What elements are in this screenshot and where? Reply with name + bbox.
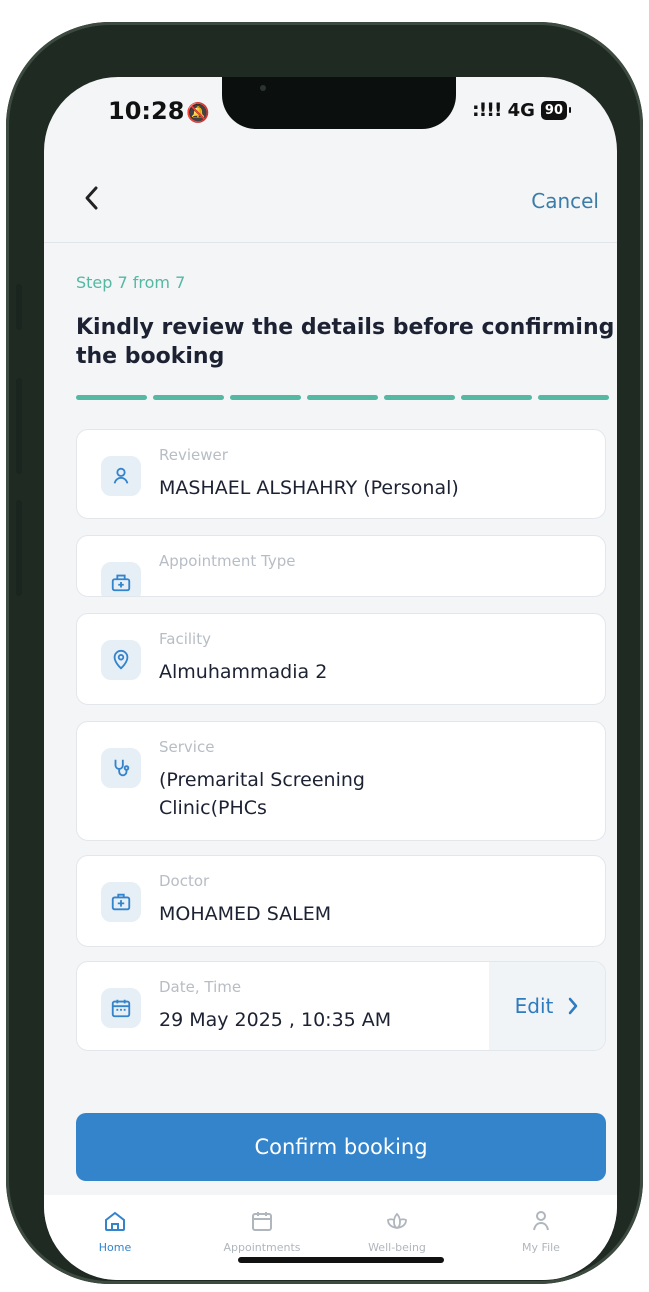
datetime-card: Date, Time 29 May 2025 , 10:35 AM Edit — [76, 961, 606, 1051]
tab-appointments-label: Appointments — [223, 1241, 301, 1254]
facility-label: Facility — [159, 630, 211, 648]
datetime-value: 29 May 2025 , 10:35 AM — [159, 1009, 392, 1031]
top-nav: Cancel — [44, 159, 617, 243]
status-icons: :!!! 4G 90 — [472, 99, 572, 121]
progress-segment — [76, 395, 147, 400]
confirm-booking-button[interactable]: Confirm booking — [76, 1113, 606, 1181]
phone-mute-switch — [16, 284, 22, 330]
tab-well-being[interactable]: Well-being — [332, 1209, 462, 1254]
phone-frame: 10:28 🔕 :!!! 4G 90 Cancel Step 7 from 7 K… — [6, 22, 643, 1284]
edit-datetime-button[interactable]: Edit — [489, 962, 605, 1050]
notch — [222, 77, 456, 129]
reviewer-card: Reviewer MASHAEL ALSHAHRY (Personal) — [76, 429, 606, 519]
appointment-type-label: Appointment Type — [159, 552, 296, 570]
chevron-right-icon — [569, 997, 578, 1015]
doctor-label: Doctor — [159, 872, 210, 890]
tab-my-file[interactable]: My File — [476, 1209, 606, 1254]
service-card: Service (Premarital Screening Clinic(PHC… — [76, 721, 606, 841]
progress-segment — [538, 395, 609, 400]
step-indicator: Step 7 from 7 — [76, 273, 186, 292]
progress-segment — [307, 395, 378, 400]
doctor-card: Doctor MOHAMED SALEM — [76, 855, 606, 947]
facility-value: Almuhammadia 2 — [159, 661, 328, 683]
progress-segment — [384, 395, 455, 400]
app-screen: 10:28 🔕 :!!! 4G 90 Cancel Step 7 from 7 K… — [44, 77, 617, 1280]
tab-well-being-label: Well-being — [368, 1241, 426, 1254]
progress-bar — [76, 395, 609, 400]
bottom-tab-bar: Home Appointments Well-being My File — [44, 1195, 617, 1280]
network-type: 4G — [507, 99, 535, 121]
location-pin-icon — [101, 640, 141, 680]
chevron-left-icon — [85, 186, 98, 210]
user-icon — [101, 456, 141, 496]
signal-icon: :!!! — [472, 99, 503, 121]
doctor-value: MOHAMED SALEM — [159, 903, 332, 925]
progress-segment — [230, 395, 301, 400]
tab-appointments[interactable]: Appointments — [197, 1209, 327, 1254]
cancel-button[interactable]: Cancel — [531, 189, 599, 213]
calendar-icon — [101, 988, 141, 1028]
progress-segment — [461, 395, 532, 400]
person-icon — [533, 1211, 549, 1231]
clinic-icon — [101, 562, 141, 596]
appointment-type-card: Appointment Type — [76, 535, 606, 597]
page-title: Kindly review the details before confirm… — [76, 315, 615, 369]
tab-home[interactable]: Home — [50, 1209, 180, 1254]
calendar-icon — [252, 1212, 272, 1231]
edit-label: Edit — [514, 994, 554, 1018]
stethoscope-icon — [101, 748, 141, 788]
tab-my-file-label: My File — [522, 1241, 560, 1254]
medical-bag-icon — [101, 882, 141, 922]
service-value: (Premarital Screening Clinic(PHCs — [159, 769, 365, 819]
status-time: 10:28 🔕 — [108, 97, 211, 125]
back-button[interactable] — [84, 185, 100, 217]
home-indicator — [238, 1257, 444, 1263]
reviewer-label: Reviewer — [159, 446, 228, 464]
lotus-icon — [387, 1212, 407, 1230]
phone-volume-down — [16, 500, 22, 596]
tab-home-label: Home — [98, 1241, 132, 1254]
service-label: Service — [159, 738, 215, 756]
facility-card: Facility Almuhammadia 2 — [76, 613, 606, 705]
home-icon — [105, 1211, 125, 1231]
reviewer-value: MASHAEL ALSHAHRY (Personal) — [159, 477, 459, 499]
bell-muted-icon: 🔕 — [186, 102, 211, 124]
progress-segment — [153, 395, 224, 400]
datetime-label: Date, Time — [159, 978, 242, 996]
battery-icon: 90 — [540, 100, 572, 120]
phone-volume-up — [16, 378, 22, 474]
